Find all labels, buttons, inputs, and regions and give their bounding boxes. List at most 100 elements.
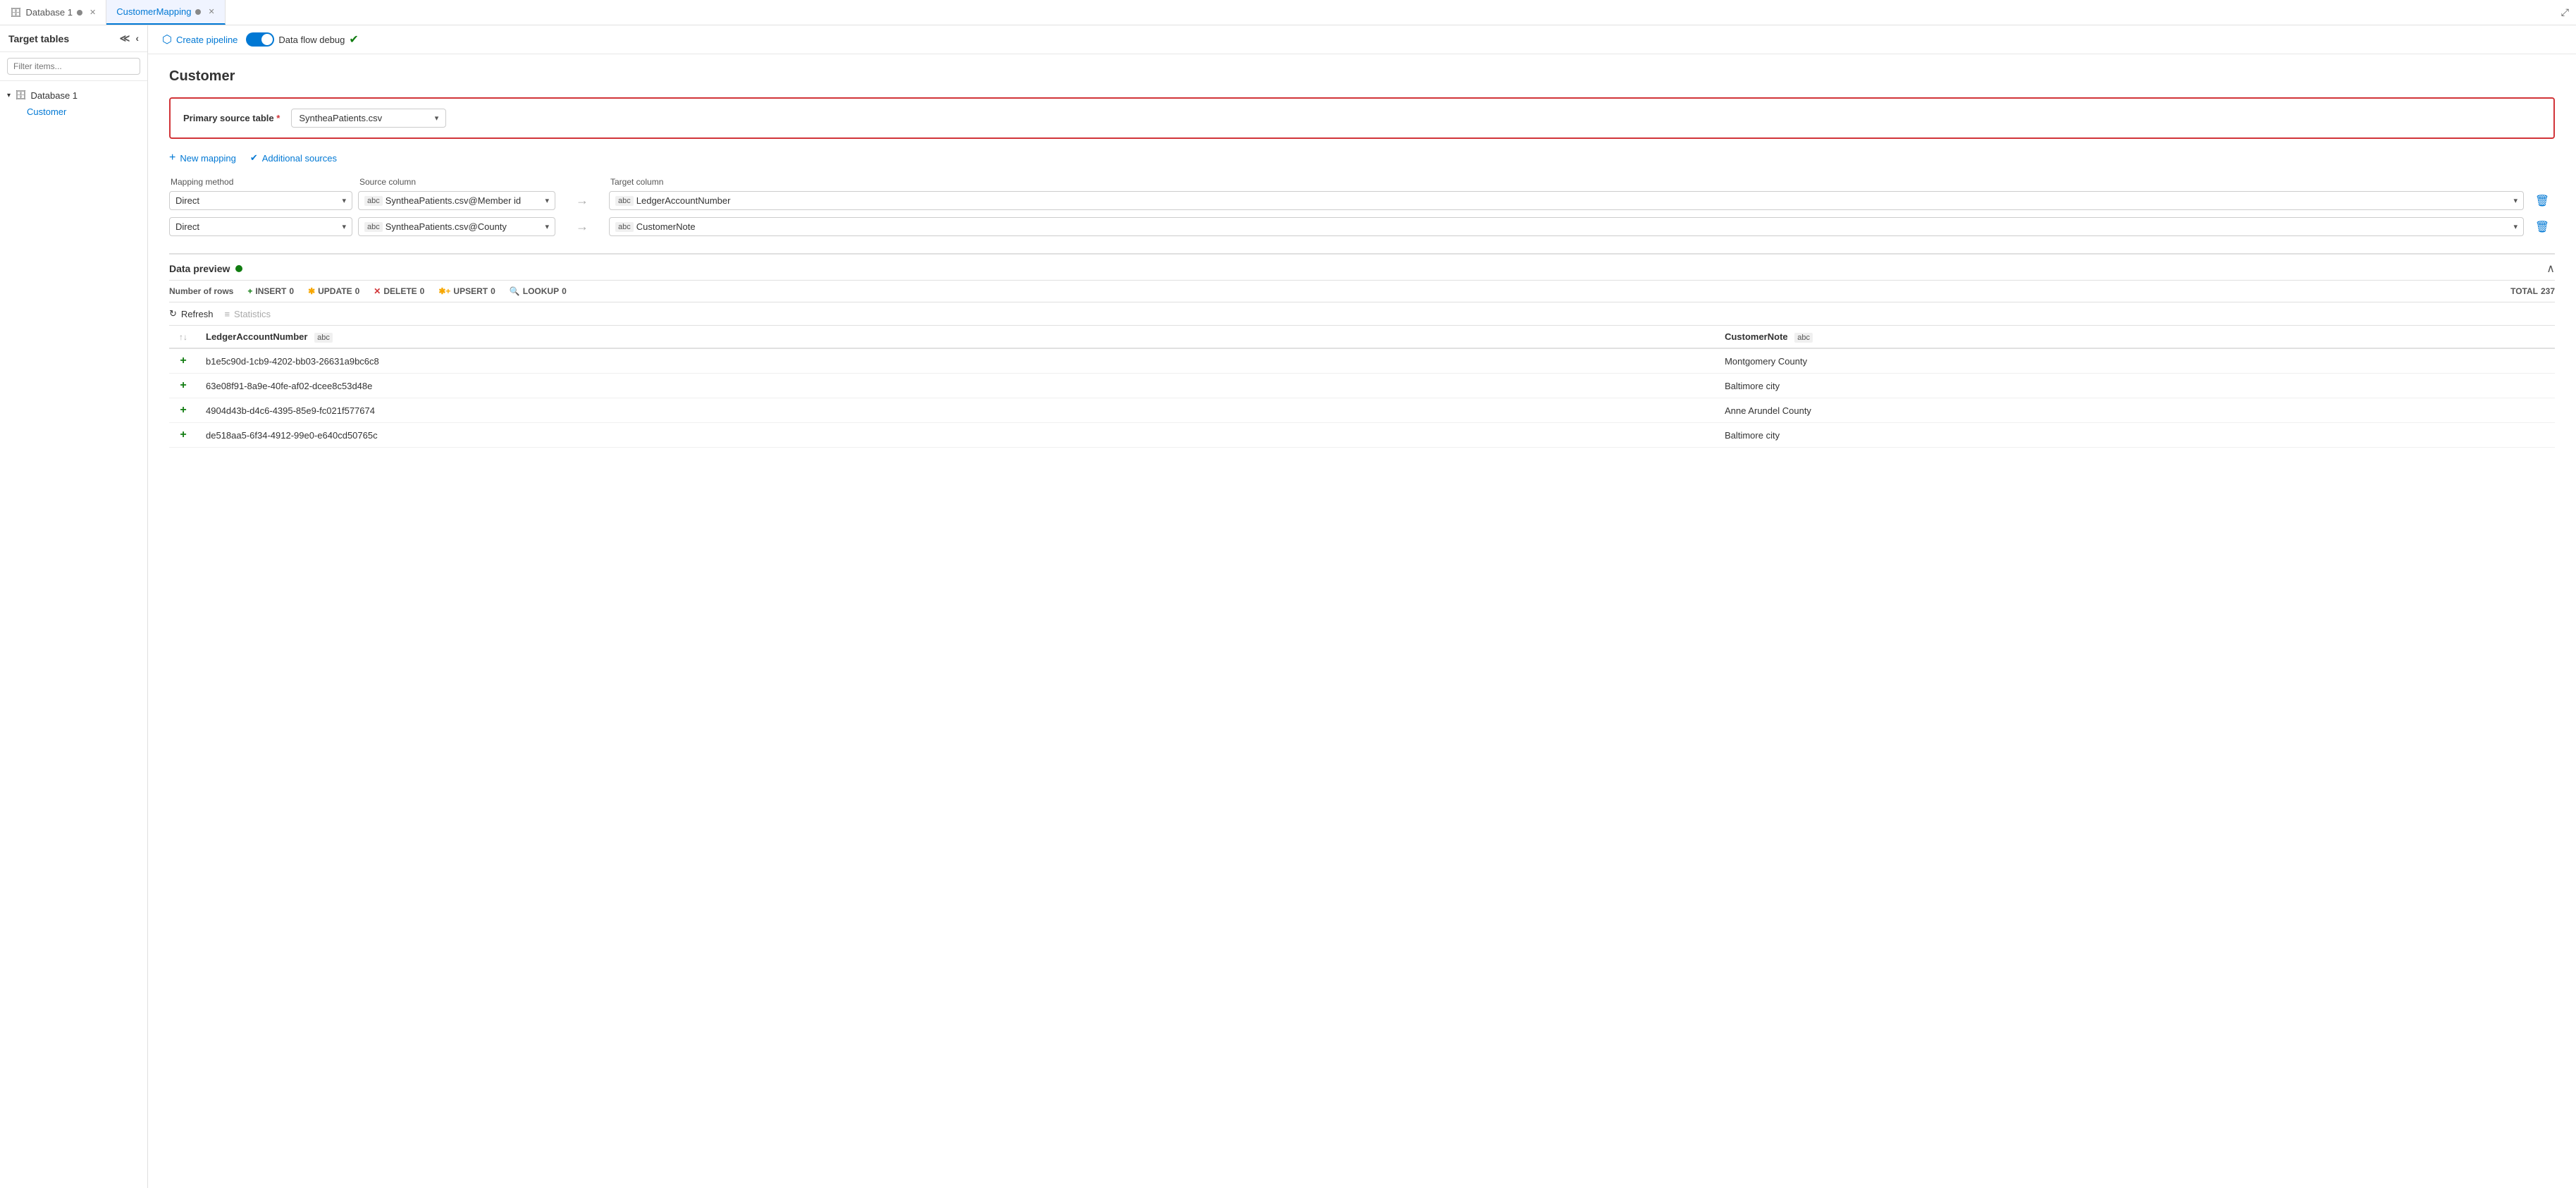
debug-toggle-wrap: Data flow debug ✔: [246, 32, 358, 47]
content-area: ⬡ Create pipeline Data flow debug ✔ Cust…: [148, 25, 2576, 1188]
stat-upsert: ✱+ UPSERT 0: [438, 286, 495, 296]
new-mapping-label: New mapping: [180, 153, 236, 164]
ledger-cell: de518aa5-6f34-4912-99e0-e640cd50765c: [197, 423, 1716, 448]
sidebar-title: Target tables: [8, 33, 69, 44]
additional-sources-button[interactable]: ✔ Additional sources: [250, 152, 337, 164]
filter-input[interactable]: [7, 58, 140, 75]
insert-plus-icon: +: [180, 429, 186, 441]
sidebar-header-icons: ≪ ‹: [120, 32, 139, 44]
tab-customer-mapping-unsaved-dot: [195, 9, 201, 15]
abc-badge: abc: [615, 222, 634, 232]
primary-source-dropdown[interactable]: SyntheaPatients.csv ▾: [291, 109, 446, 128]
sidebar-item-customer[interactable]: Customer: [7, 104, 140, 120]
sidebar-section: ▾ 🗄 Database 1 Customer: [0, 81, 147, 125]
arrow-right-icon-2: →: [561, 219, 603, 234]
chevron-down-icon: ▾: [2513, 222, 2518, 231]
mapping-method-value-2: Direct: [175, 221, 199, 232]
chevron-down-icon: ▾: [342, 222, 346, 231]
data-preview-title: Data preview: [169, 263, 242, 274]
expand-icon[interactable]: ⤢: [2561, 6, 2576, 18]
ledger-account-header[interactable]: LedgerAccountNumber abc: [197, 326, 1716, 348]
tab-database1-close[interactable]: ✕: [90, 8, 96, 17]
source-column-dropdown-1[interactable]: abc SyntheaPatients.csv@Member id ▾: [358, 191, 555, 210]
lookup-value: 0: [562, 286, 567, 296]
target-column-dropdown-1[interactable]: abc LedgerAccountNumber ▾: [609, 191, 2524, 210]
data-table-wrap: ↑↓ LedgerAccountNumber abc CustomerNote …: [169, 326, 2555, 1174]
lookup-icon: 🔍: [510, 286, 520, 296]
create-pipeline-button[interactable]: ⬡ Create pipeline: [162, 32, 238, 47]
insert-plus-icon: +: [180, 379, 186, 391]
toolbar: ⬡ Create pipeline Data flow debug ✔: [148, 25, 2576, 54]
debug-toggle[interactable]: [246, 32, 274, 47]
update-value: 0: [355, 286, 360, 296]
note-cell: Baltimore city: [1716, 374, 2555, 398]
primary-source-box: Primary source table * SyntheaPatients.c…: [169, 97, 2555, 139]
insert-plus-icon: +: [180, 355, 186, 367]
chevron-icon[interactable]: ‹: [135, 32, 139, 44]
insert-value: 0: [289, 286, 294, 296]
stats-row: Number of rows + INSERT 0 ✱ UPDATE 0 ✕ D…: [169, 281, 2555, 302]
update-icon: ✱: [308, 286, 315, 296]
mapping-row-2: Direct ▾ abc SyntheaPatients.csv@County …: [169, 217, 2555, 236]
arrow-right-icon-1: →: [561, 193, 603, 208]
mapping-target-header: Target column: [610, 177, 2522, 187]
tab-database1-label: Database 1: [26, 7, 73, 18]
stat-update: ✱ UPDATE 0: [308, 286, 359, 296]
ledger-cell: 63e08f91-8a9e-40fe-af02-dcee8c53d48e: [197, 374, 1716, 398]
source-column-value-1: SyntheaPatients.csv@Member id: [386, 195, 521, 206]
abc-badge: abc: [364, 222, 383, 232]
tab-customer-mapping[interactable]: CustomerMapping ✕: [106, 0, 225, 25]
customer-note-header[interactable]: CustomerNote abc: [1716, 326, 2555, 348]
tab-database1[interactable]: 🗄 Database 1 ✕: [0, 0, 106, 25]
sidebar-header: Target tables ≪ ‹: [0, 25, 147, 52]
delete-row-1-button[interactable]: 🗑: [2529, 194, 2555, 208]
stat-total: TOTAL 237: [2510, 286, 2555, 296]
data-preview-title-text: Data preview: [169, 263, 230, 274]
new-mapping-button[interactable]: + New mapping: [169, 152, 236, 164]
stat-delete: ✕ DELETE 0: [374, 286, 424, 296]
mapping-method-header: Mapping method: [171, 177, 354, 187]
refresh-button[interactable]: ↻ Refresh: [169, 308, 213, 319]
page-title: Customer: [169, 68, 2555, 85]
mapping-source-header: Source column: [359, 177, 557, 187]
tab-customer-mapping-close[interactable]: ✕: [208, 7, 214, 16]
additional-sources-label: Additional sources: [262, 153, 337, 164]
chevron-down-icon: ▾: [7, 92, 11, 99]
table-row: + b1e5c90d-1cb9-4202-bb03-26631a9bc6c8 M…: [169, 348, 2555, 374]
collapse-icon[interactable]: ≪: [120, 32, 130, 44]
sidebar-customer-label: Customer: [27, 106, 66, 117]
rows-label: Number of rows: [169, 286, 233, 296]
note-cell: Montgomery County: [1716, 348, 2555, 374]
chevron-down-icon: ▾: [2513, 196, 2518, 205]
preview-status-dot: [235, 265, 242, 272]
mapping-method-dropdown-1[interactable]: Direct ▾: [169, 191, 352, 210]
insert-plus-icon: +: [180, 404, 186, 416]
debug-status-icon: ✔: [349, 32, 358, 47]
target-column-dropdown-2[interactable]: abc CustomerNote ▾: [609, 217, 2524, 236]
sidebar-database-label: Database 1: [31, 90, 78, 101]
chevron-down-icon: ▾: [545, 196, 549, 205]
insert-label: INSERT: [255, 286, 286, 296]
mapping-method-dropdown-2[interactable]: Direct ▾: [169, 217, 352, 236]
primary-source-value: SyntheaPatients.csv: [299, 113, 382, 123]
primary-source-label: Primary source table *: [183, 113, 280, 123]
delete-row-2-button[interactable]: 🗑: [2529, 220, 2555, 234]
primary-source-label-text: Primary source table: [183, 113, 274, 123]
customer-note-col-type: abc: [1794, 333, 1813, 343]
mapping-header: Mapping method Source column Target colu…: [169, 177, 2555, 187]
chevron-down-icon: ▾: [545, 222, 549, 231]
ledger-cell: 4904d43b-d4c6-4395-85e9-fc021f577674: [197, 398, 1716, 423]
row-insert-icon: +: [169, 398, 197, 423]
sidebar-database1[interactable]: ▾ 🗄 Database 1: [7, 87, 140, 104]
collapse-preview-button[interactable]: ∧: [2546, 262, 2555, 276]
row-insert-icon: +: [169, 348, 197, 374]
check-icon: ✔: [250, 152, 258, 164]
table-row: + 63e08f91-8a9e-40fe-af02-dcee8c53d48e B…: [169, 374, 2555, 398]
refresh-label: Refresh: [181, 309, 214, 319]
main-layout: Target tables ≪ ‹ ▾ 🗄 Database 1 Custome…: [0, 25, 2576, 1188]
upsert-value: 0: [491, 286, 495, 296]
statistics-icon: ≡: [224, 309, 230, 319]
row-insert-icon: +: [169, 374, 197, 398]
source-column-dropdown-2[interactable]: abc SyntheaPatients.csv@County ▾: [358, 217, 555, 236]
table-row: + 4904d43b-d4c6-4395-85e9-fc021f577674 A…: [169, 398, 2555, 423]
